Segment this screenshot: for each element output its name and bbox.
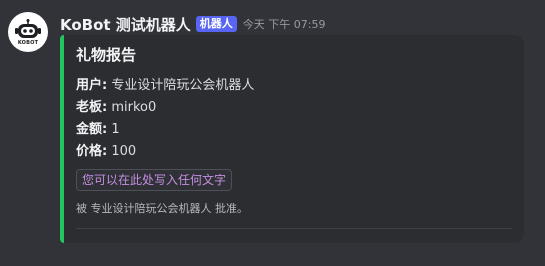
embed: 礼物报告 用户: 专业设计陪玩公会机器人 老板: mirko0 金额: 1 价格… (60, 35, 524, 243)
field-price-key: 价格: (76, 144, 108, 159)
field-boss-key: 老板: (76, 100, 108, 115)
field-boss-value: mirko0 (111, 100, 157, 115)
timestamp[interactable]: 今天 下午 07:59 (243, 16, 326, 32)
field-amount-value: 1 (111, 122, 120, 137)
bot-tag: 机器人 (195, 16, 237, 32)
message-header: KoBot 测试机器人 机器人 今天 下午 07:59 (60, 13, 326, 35)
field-amount: 金额: 1 (76, 119, 512, 141)
field-user-key: 用户: (76, 78, 108, 93)
field-price-value: 100 (111, 144, 137, 159)
avatar[interactable]: KOBOT (8, 12, 48, 52)
author-name[interactable]: KoBot 测试机器人 (60, 14, 191, 35)
avatar-text: KOBOT (17, 39, 39, 46)
robot-icon (15, 18, 41, 38)
embed-divider (76, 228, 512, 229)
embed-title: 礼物报告 (76, 46, 137, 64)
embed-footer: 被 专业设计陪玩公会机器人 批准。 (76, 202, 248, 215)
field-boss: 老板: mirko0 (76, 97, 512, 119)
field-user: 用户: 专业设计陪玩公会机器人 (76, 75, 512, 97)
code-text: 您可以在此处写入任何文字 (76, 169, 233, 191)
chat-message: KOBOT KoBot 测试机器人 机器人 今天 下午 07:59 礼物报告 用… (0, 0, 545, 266)
field-amount-key: 金额: (76, 122, 108, 137)
field-user-value: 专业设计陪玩公会机器人 (111, 78, 255, 93)
field-price: 价格: 100 (76, 141, 512, 163)
